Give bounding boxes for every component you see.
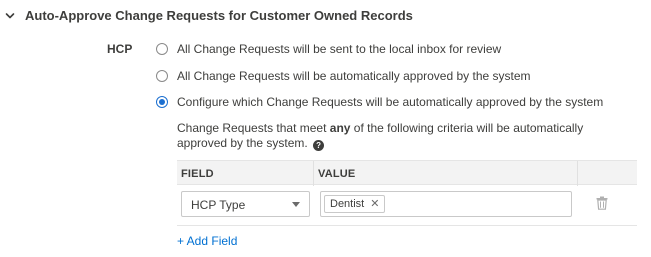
section-header[interactable]: Auto-Approve Change Requests for Custome…: [0, 0, 651, 32]
section-title: Auto-Approve Change Requests for Custome…: [25, 8, 413, 23]
hcp-field-label: HCP: [107, 42, 133, 56]
radio-auto-approve-all[interactable]: [156, 70, 168, 82]
auto-approve-settings: Auto-Approve Change Requests for Custome…: [0, 0, 651, 257]
field-column-header: FIELD: [181, 168, 214, 180]
option-local-inbox[interactable]: All Change Requests will be sent to the …: [156, 40, 501, 58]
radio-configure[interactable]: [156, 96, 168, 108]
option-label: Configure which Change Requests will be …: [177, 95, 604, 109]
table-header: FIELD VALUE: [177, 160, 637, 186]
add-field-link[interactable]: + Add Field: [177, 234, 237, 248]
column-divider: [313, 161, 314, 186]
remove-value-icon[interactable]: ✕: [370, 198, 379, 210]
value-multiselect[interactable]: Dentist ✕: [320, 191, 572, 217]
option-label: All Change Requests will be automaticall…: [177, 69, 531, 83]
trash-icon[interactable]: [596, 196, 608, 210]
value-pill: Dentist ✕: [324, 195, 386, 213]
value-pill-label: Dentist: [330, 198, 365, 210]
option-label: All Change Requests will be sent to the …: [177, 42, 502, 56]
field-select-value: HCP Type: [191, 198, 246, 212]
table-row: HCP Type Dentist ✕: [177, 185, 637, 226]
radio-local-inbox[interactable]: [156, 43, 168, 55]
chevron-down-icon[interactable]: [5, 11, 15, 21]
criteria-table: FIELD VALUE HCP Type Dentist ✕: [177, 160, 637, 226]
question-icon[interactable]: ?: [313, 140, 325, 151]
value-column-header: VALUE: [318, 168, 356, 180]
criteria-help-text: Change Requests that meet any of the fol…: [177, 121, 584, 151]
option-auto-approve-all[interactable]: All Change Requests will be automaticall…: [156, 67, 531, 85]
caret-down-icon: [292, 202, 300, 207]
option-configure[interactable]: Configure which Change Requests will be …: [156, 93, 603, 111]
column-divider: [577, 161, 578, 186]
field-select[interactable]: HCP Type: [181, 191, 310, 217]
